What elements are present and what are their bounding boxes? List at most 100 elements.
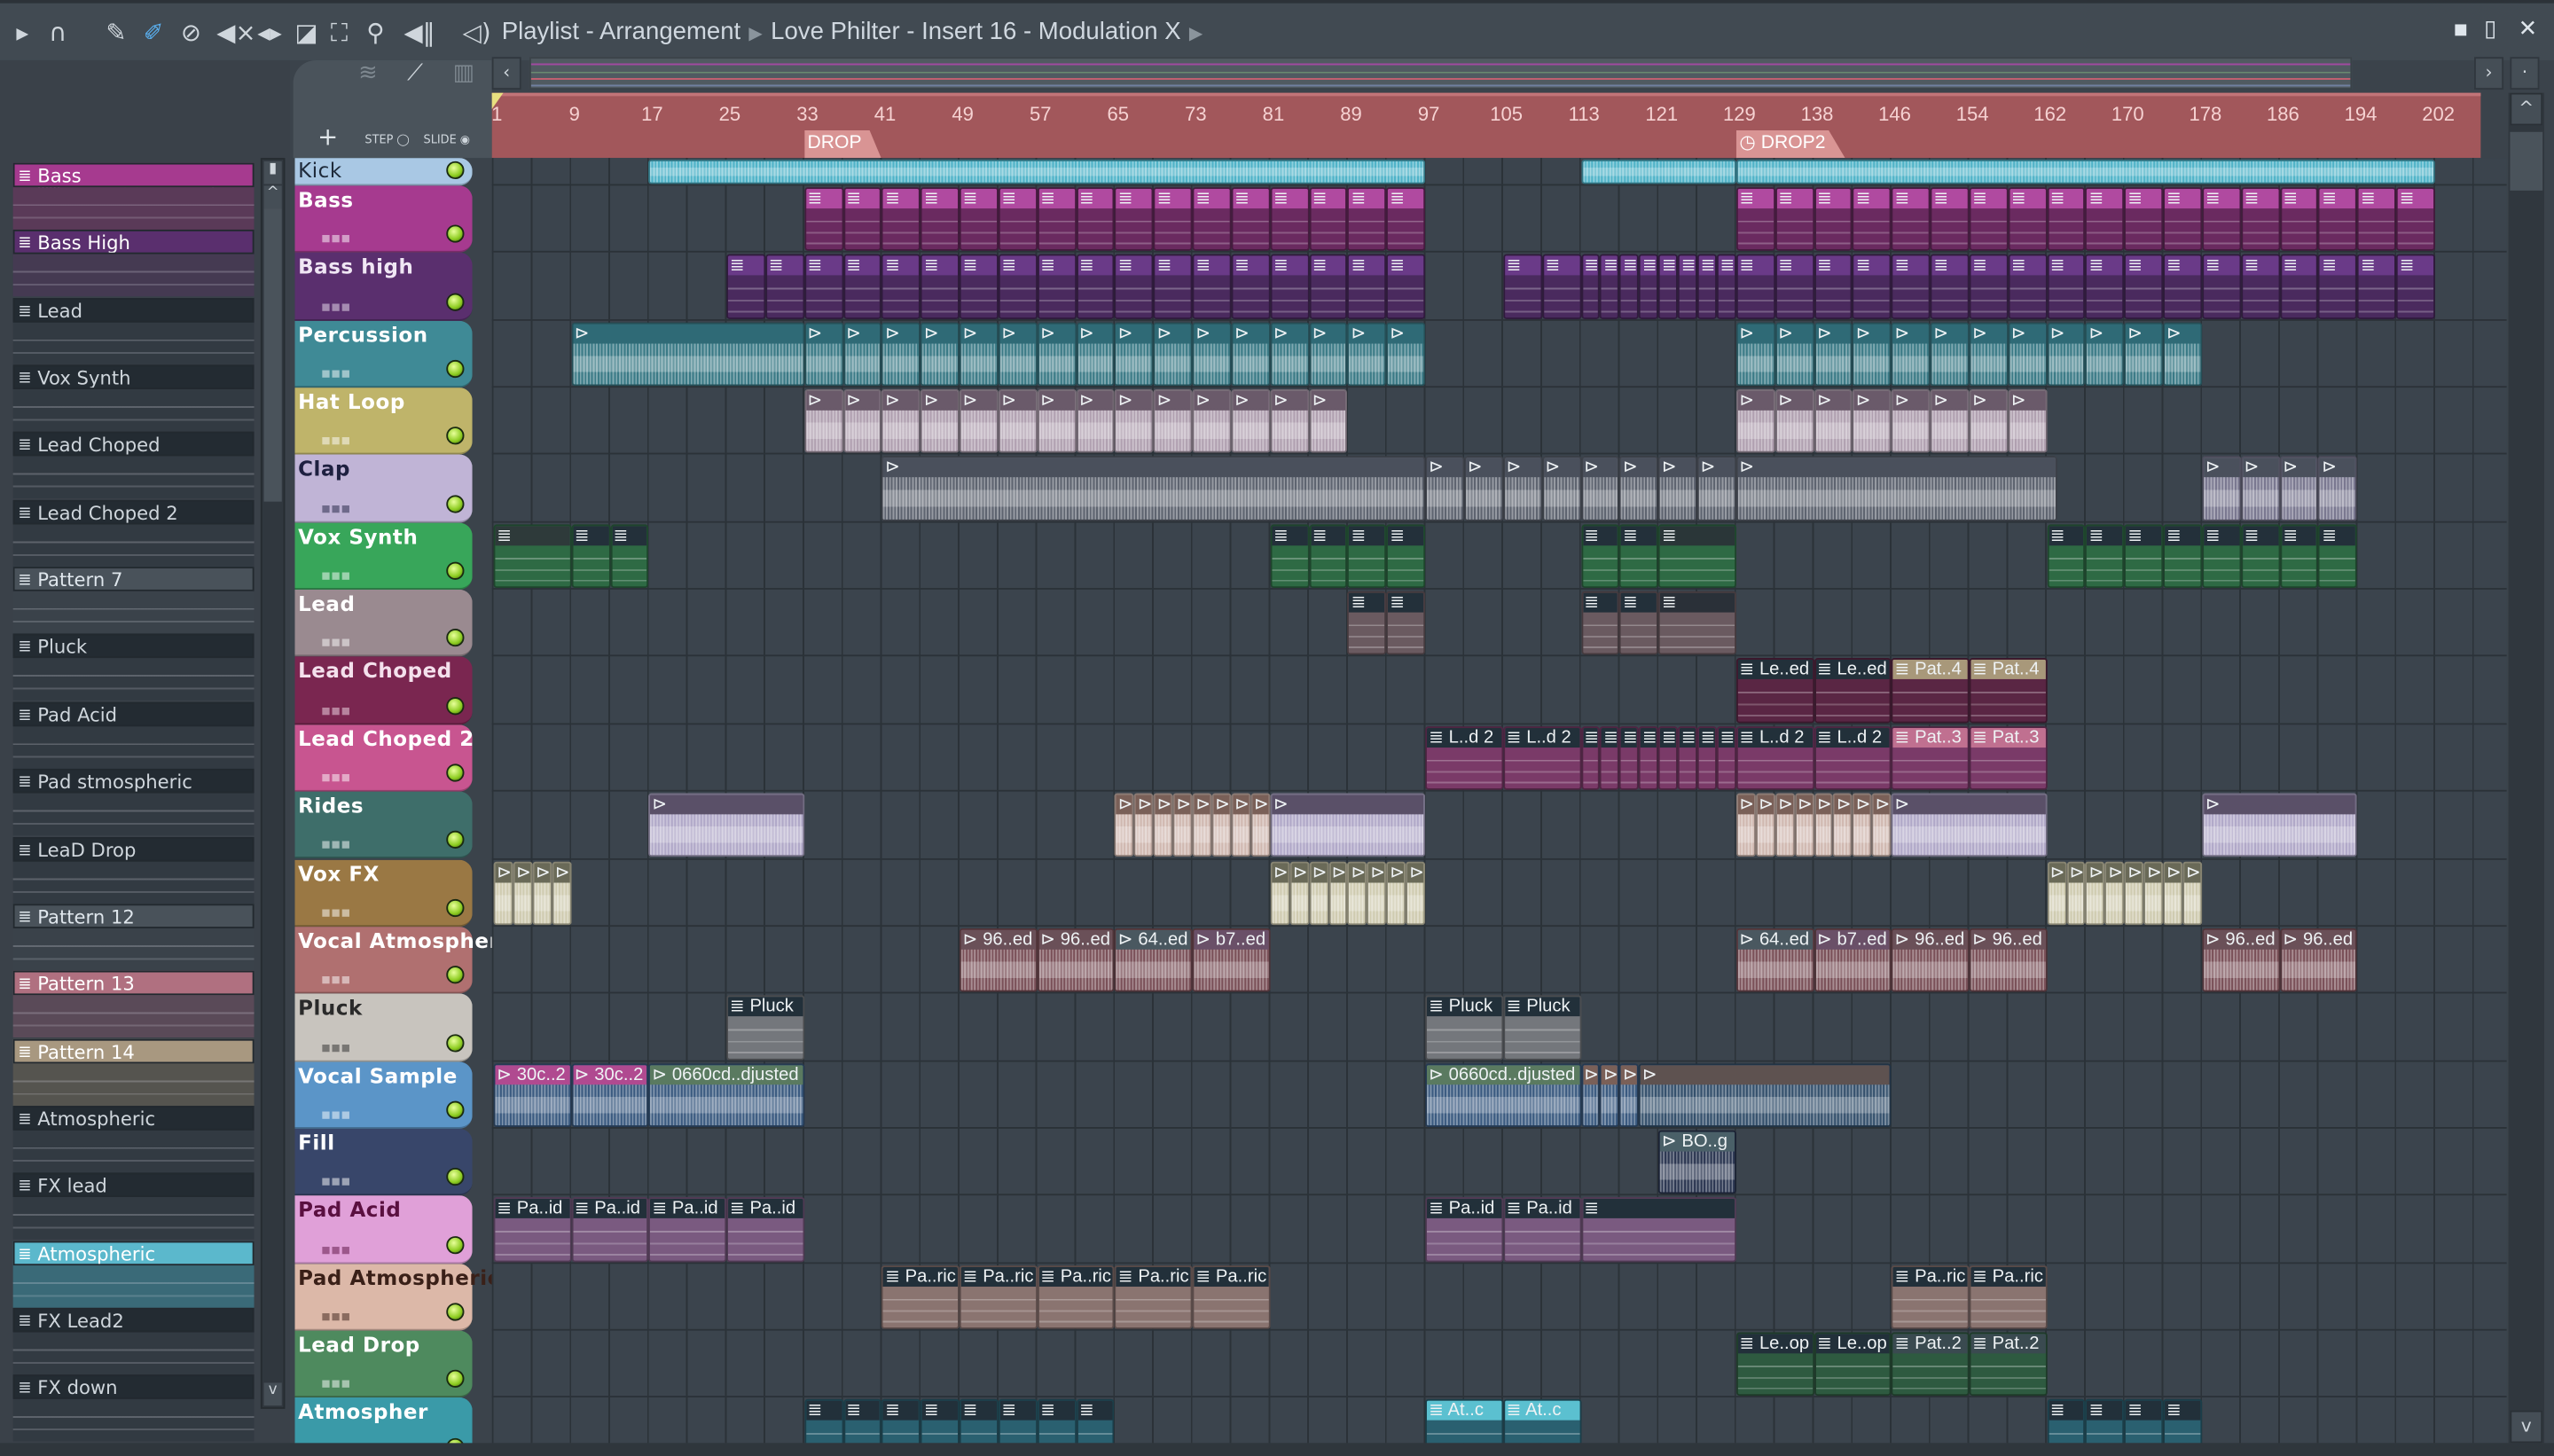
pattern-clip[interactable]: ≣ (2047, 523, 2086, 589)
audio-clip[interactable]: ⊳ (1406, 860, 1426, 925)
audio-clip[interactable]: ⊳ 0660cd..djusted (648, 1062, 804, 1127)
pattern-clip[interactable]: ≣ (765, 254, 804, 319)
pattern-clip[interactable]: ≣ (1969, 187, 2009, 252)
scroll-down-button[interactable]: v (263, 1382, 282, 1406)
audio-clip[interactable]: ⊳ (2240, 457, 2280, 521)
clip-header[interactable]: ⊳ (514, 862, 531, 882)
clip-header[interactable]: ≣ (2281, 256, 2317, 277)
pattern-item[interactable]: ≣ Pattern 14 (12, 1038, 255, 1106)
clip-header[interactable]: ⊳ (2106, 862, 2123, 882)
clip-header[interactable]: ≣ (2126, 525, 2162, 545)
clip-header[interactable]: ⊳ (1329, 862, 1346, 882)
pattern-clip[interactable]: ≣ (2318, 254, 2358, 319)
track-header[interactable]: Kick (294, 158, 473, 186)
pattern-clip[interactable]: ≣ L..d 2 (1814, 725, 1892, 791)
clip-header[interactable]: ⊳ (650, 795, 803, 815)
clip-header[interactable]: ≣ (495, 525, 570, 545)
clip-header[interactable]: ≣ (2397, 256, 2434, 277)
clip-header[interactable]: ≣ (2397, 189, 2434, 209)
pattern-clip[interactable]: ≣ (1600, 725, 1620, 791)
clip-header[interactable]: ≣ (1621, 592, 1657, 613)
audio-clip[interactable]: ⊳ (2065, 860, 2086, 925)
clip-header[interactable]: ≣ (2165, 189, 2201, 209)
clip-header[interactable]: ⊳ (1272, 795, 1424, 815)
clip-header[interactable]: ≣ (1272, 189, 1308, 209)
pattern-item-header[interactable]: ≣ Atmospheric (12, 1105, 255, 1131)
clip-header[interactable]: ≣ (1602, 256, 1618, 277)
paint-brush-icon[interactable]: ✐ (144, 18, 164, 47)
clip-header[interactable]: ≣ (1602, 727, 1618, 748)
clip-header[interactable]: ⊳ (805, 390, 842, 411)
clip-header[interactable]: ⊳ 0660cd..djusted (650, 1064, 803, 1084)
pattern-clip[interactable]: ≣ (1076, 187, 1116, 252)
audio-clip[interactable]: ⊳ (2124, 322, 2164, 387)
pattern-clip[interactable]: ≣ (1270, 254, 1310, 319)
clip-header[interactable]: ⊳ (1543, 458, 1579, 478)
clip-header[interactable]: ≣ (2048, 189, 2084, 209)
pattern-clip[interactable]: ≣ (1658, 523, 1736, 589)
clip-header[interactable]: ⊳ (922, 390, 959, 411)
clip-header[interactable]: ⊳ (1194, 390, 1230, 411)
song-position-marker[interactable] (491, 92, 504, 110)
track-enable-led[interactable] (446, 696, 465, 715)
pattern-clip[interactable]: ≣ (1639, 725, 1659, 791)
pattern-clip[interactable]: ≣ Pat..2 (1891, 1332, 1970, 1397)
clip-header[interactable]: ≣ (1155, 256, 1191, 277)
audio-clip[interactable]: ⊳ b7..ed (1814, 928, 1892, 992)
pattern-clip[interactable]: ≣ (571, 523, 610, 589)
track-options-icon[interactable]: ▪▪▪ (321, 905, 351, 921)
clip-header[interactable]: ⊳ (1602, 1064, 1618, 1084)
audio-clip[interactable]: ⊳ (2008, 389, 2048, 454)
audio-clip[interactable]: ⊳ (1735, 457, 2057, 521)
pattern-clip[interactable]: ≣ (2047, 1399, 2086, 1444)
pattern-clip[interactable]: ≣ (1619, 523, 1659, 589)
clip-header[interactable]: ⊳ 64..ed (1737, 929, 1813, 950)
timeline-marker[interactable]: DROP (803, 129, 881, 159)
pattern-clip[interactable]: ≣ (803, 1399, 843, 1444)
audio-clip[interactable]: ⊳ 64..ed (1735, 928, 1814, 992)
clip-header[interactable]: ≣ (1892, 189, 1929, 209)
overview-menu-button[interactable]: · (2510, 57, 2540, 90)
clip-header[interactable]: ≣ (844, 189, 881, 209)
clip-header[interactable]: ⊳ (1213, 795, 1230, 815)
clip-header[interactable]: ⊳ (1427, 458, 1463, 478)
audio-clip[interactable]: ⊳ (2202, 457, 2241, 521)
clip-header[interactable]: ⊳ (1698, 458, 1735, 478)
clip-header[interactable]: ≣ (2165, 525, 2201, 545)
pattern-clip[interactable]: ≣ (2047, 187, 2086, 252)
clip-header[interactable]: ≣ (1388, 592, 1424, 613)
clip-header[interactable]: ≣ (1698, 256, 1715, 277)
audio-clip[interactable]: ⊳ (1115, 793, 1134, 858)
pattern-clip[interactable]: ≣ (1658, 725, 1679, 791)
audio-clip[interactable]: ⊳ (1386, 322, 1426, 387)
pattern-clip[interactable]: ≣ Pa..ric (1037, 1264, 1116, 1329)
timeline-marker[interactable]: ◷ DROP2 (1735, 129, 1845, 159)
pattern-clip[interactable]: ≣ (842, 187, 882, 252)
pattern-clip[interactable]: ≣ Pat..4 (1891, 658, 1970, 724)
audio-clip[interactable]: ⊳ (1755, 793, 1775, 858)
pattern-clip[interactable]: ≣ Pa..ric (959, 1264, 1038, 1329)
pattern-item[interactable]: ≣ Pad stmospheric (12, 769, 255, 836)
clip-header[interactable]: ≣ (1116, 256, 1153, 277)
clip-header[interactable]: ⊳ (1466, 458, 1502, 478)
playback-icon[interactable]: ◀‖ (404, 18, 435, 47)
clip-header[interactable]: ≣ (805, 189, 842, 209)
pattern-clip[interactable]: ≣ (1309, 523, 1348, 589)
pattern-clip[interactable]: ≣ (2240, 187, 2280, 252)
clip-header[interactable]: ≣ (2242, 525, 2278, 545)
pattern-item[interactable]: ≣ Pattern 12 (12, 904, 255, 971)
pattern-clip[interactable]: ≣ Pa..id (726, 1197, 804, 1262)
pattern-clip[interactable]: ≣ (1735, 254, 1775, 319)
audio-clip[interactable]: ⊳ (1969, 389, 2009, 454)
audio-clip[interactable]: ⊳ (1774, 793, 1795, 858)
audio-clip[interactable]: ⊳ (1891, 793, 2048, 858)
audio-clip[interactable]: ⊳ (2104, 860, 2125, 925)
pattern-clip[interactable]: ≣ (1192, 187, 1232, 252)
audio-clip[interactable]: ⊳ (2163, 860, 2183, 925)
pattern-clip[interactable]: ≣ (726, 254, 766, 319)
pattern-clip[interactable]: ≣ (1696, 725, 1717, 791)
track-options-icon[interactable]: ▪▪▪ (321, 501, 351, 517)
track-options-icon[interactable]: ▪▪▪ (321, 434, 351, 450)
audio-clip[interactable]: ⊳ (1735, 322, 1775, 387)
audio-clip[interactable]: ⊳ (1231, 389, 1271, 454)
